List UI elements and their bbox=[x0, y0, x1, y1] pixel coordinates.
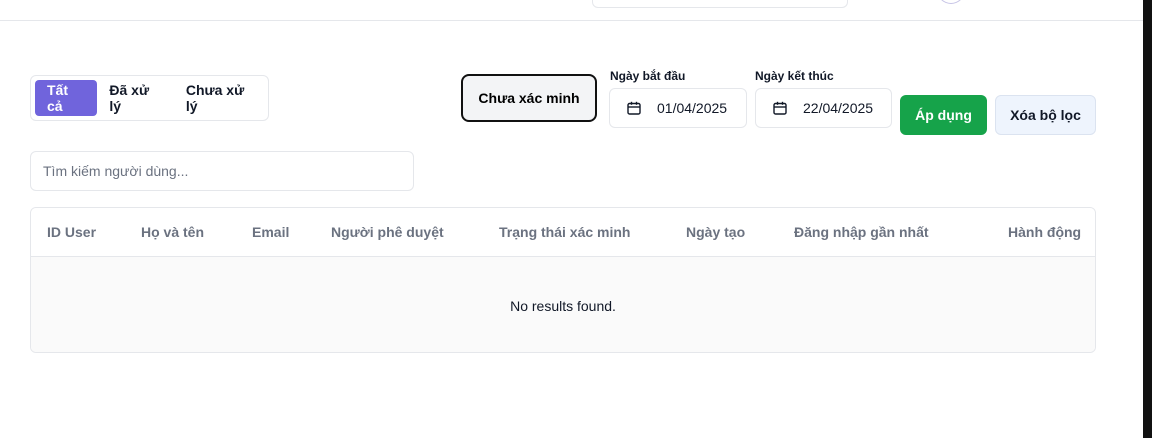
column-header-approver[interactable]: Người phê duyệt bbox=[331, 224, 444, 240]
top-search-field[interactable] bbox=[592, 0, 848, 8]
table-header: ID User Họ và tên Email Người phê duyệt … bbox=[31, 208, 1095, 257]
tab-processed[interactable]: Đã xử lý bbox=[97, 80, 173, 116]
tab-unprocessed[interactable]: Chưa xử lý bbox=[174, 80, 268, 116]
column-header-last-login[interactable]: Đăng nhập gần nhất bbox=[794, 224, 929, 240]
start-date-value: 01/04/2025 bbox=[657, 100, 728, 116]
column-header-id[interactable]: ID User bbox=[47, 224, 96, 240]
column-header-verification-status[interactable]: Trạng thái xác minh bbox=[499, 224, 630, 240]
apply-button[interactable]: Áp dụng bbox=[900, 95, 987, 135]
window-edge bbox=[1143, 0, 1152, 438]
column-header-name[interactable]: Họ và tên bbox=[141, 224, 204, 240]
avatar[interactable] bbox=[937, 0, 965, 4]
empty-state-text: No results found. bbox=[510, 297, 616, 314]
column-header-created-date[interactable]: Ngày tạo bbox=[686, 224, 745, 240]
unverified-filter-button[interactable]: Chưa xác minh bbox=[461, 74, 597, 122]
end-date-field[interactable]: 22/04/2025 bbox=[755, 88, 892, 128]
end-date-value: 22/04/2025 bbox=[803, 100, 874, 116]
calendar-icon bbox=[627, 101, 641, 115]
calendar-icon bbox=[773, 101, 787, 115]
user-search-input[interactable] bbox=[30, 151, 414, 191]
start-date-field[interactable]: 01/04/2025 bbox=[609, 88, 747, 128]
end-date-label: Ngày kết thúc bbox=[755, 69, 834, 83]
top-bar bbox=[0, 0, 1143, 21]
table-body: No results found. bbox=[31, 257, 1095, 352]
tab-all[interactable]: Tất cả bbox=[35, 80, 98, 116]
clear-filters-button[interactable]: Xóa bộ lọc bbox=[995, 95, 1096, 135]
start-date-label: Ngày bắt đầu bbox=[610, 69, 686, 83]
status-tabs: Tất cả Đã xử lý Chưa xử lý bbox=[30, 75, 269, 121]
column-header-actions: Hành động bbox=[1008, 224, 1082, 240]
users-table: ID User Họ và tên Email Người phê duyệt … bbox=[30, 207, 1096, 353]
column-header-email[interactable]: Email bbox=[252, 224, 289, 240]
